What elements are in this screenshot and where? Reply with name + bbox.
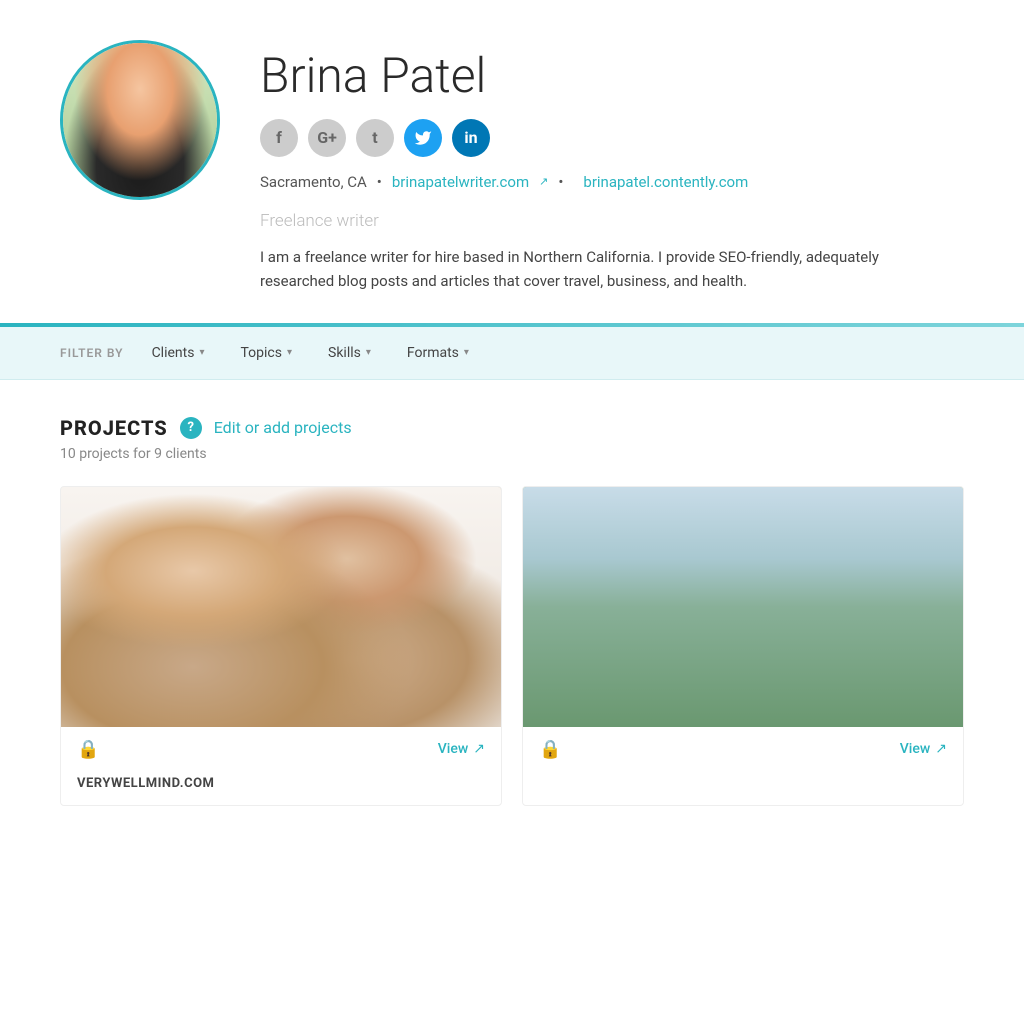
profile-tagline: Freelance writer: [260, 211, 964, 231]
tumblr-icon[interactable]: t: [356, 119, 394, 157]
filter-bar: FILTER BY Clients ▾ Topics ▾ Skills ▾ Fo…: [0, 327, 1024, 380]
skills-filter-label: Skills: [328, 345, 361, 361]
project-footer-1: 🔒 View ↗: [61, 727, 501, 772]
edit-projects-link[interactable]: Edit or add projects: [214, 418, 352, 437]
topics-filter[interactable]: Topics ▾: [232, 341, 300, 365]
contently-link[interactable]: brinapatel.contently.com: [583, 173, 748, 191]
dot-separator-2: •: [558, 173, 563, 191]
project-client-1: VERYWELLMIND.COM: [61, 772, 501, 805]
project-image-1: [61, 487, 501, 727]
clients-filter[interactable]: Clients ▾: [144, 341, 213, 365]
view-link-2[interactable]: View ↗: [900, 741, 947, 757]
clients-filter-label: Clients: [152, 345, 195, 361]
formats-filter-label: Formats: [407, 345, 459, 361]
projects-help-icon[interactable]: ?: [180, 417, 202, 439]
view-link-1[interactable]: View ↗: [438, 741, 485, 757]
googleplus-icon[interactable]: G+: [308, 119, 346, 157]
filter-by-label: FILTER BY: [60, 346, 124, 360]
projects-grid: 🔒 View ↗ VERYWELLMIND.COM 🔒 View ↗: [60, 486, 964, 806]
profile-info: Brina Patel f G+ t in Sacramento, CA • b…: [260, 40, 964, 293]
avatar-photo: [63, 43, 217, 197]
projects-count: 10 projects for 9 clients: [60, 446, 964, 462]
social-icons: f G+ t in: [260, 119, 964, 157]
project-footer-2: 🔒 View ↗: [523, 727, 963, 772]
projects-header: PROJECTS ? Edit or add projects: [60, 416, 964, 440]
topics-chevron-icon: ▾: [287, 347, 292, 358]
profile-name: Brina Patel: [260, 50, 964, 103]
profile-links: Sacramento, CA • brinapatelwriter.com ↗ …: [260, 173, 964, 191]
profile-bio: I am a freelance writer for hire based i…: [260, 245, 880, 293]
facebook-icon[interactable]: f: [260, 119, 298, 157]
profile-section: Brina Patel f G+ t in Sacramento, CA • b…: [0, 0, 1024, 323]
project-card: 🔒 View ↗ VERYWELLMIND.COM: [60, 486, 502, 806]
location-text: Sacramento, CA: [260, 173, 367, 191]
linkedin-icon[interactable]: in: [452, 119, 490, 157]
skills-filter[interactable]: Skills ▾: [320, 341, 379, 365]
twitter-icon[interactable]: [404, 119, 442, 157]
website-link[interactable]: brinapatelwriter.com: [392, 173, 529, 191]
dot-separator-1: •: [377, 173, 382, 191]
formats-filter[interactable]: Formats ▾: [399, 341, 477, 365]
clients-chevron-icon: ▾: [199, 347, 204, 358]
external-link-icon-1: ↗: [539, 175, 548, 188]
projects-section: PROJECTS ? Edit or add projects 10 proje…: [0, 380, 1024, 836]
formats-chevron-icon: ▾: [464, 347, 469, 358]
project-card-2: 🔒 View ↗: [522, 486, 964, 806]
topics-filter-label: Topics: [240, 345, 281, 361]
external-view-icon-2: ↗: [935, 741, 947, 757]
skills-chevron-icon: ▾: [366, 347, 371, 358]
avatar: [60, 40, 220, 200]
lock-icon-1: 🔒: [77, 739, 99, 760]
external-view-icon-1: ↗: [473, 741, 485, 757]
projects-title: PROJECTS: [60, 416, 168, 440]
lock-icon-2: 🔒: [539, 739, 561, 760]
project-image-2: [523, 487, 963, 727]
